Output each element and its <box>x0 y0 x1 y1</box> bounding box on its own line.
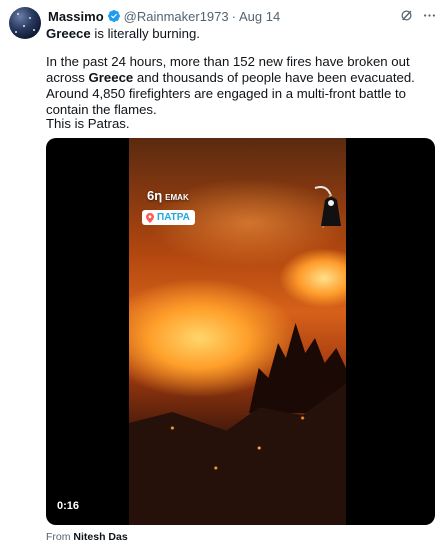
tweet-card[interactable]: Massimo @Rainmaker1973 · Aug 14 Greece i… <box>0 0 447 545</box>
avatar[interactable] <box>9 7 41 39</box>
author-handle[interactable]: @Rainmaker1973 <box>124 9 229 24</box>
grok-icon[interactable] <box>399 8 414 23</box>
location-badge-text: ΠΑΤΡΑ <box>157 212 190 223</box>
attribution-prefix: From <box>46 531 74 543</box>
location-pin-icon <box>146 212 154 223</box>
header-separator: · <box>231 8 236 24</box>
more-options-icon[interactable] <box>422 8 437 23</box>
tweet-header: Massimo @Rainmaker1973 · Aug 14 <box>48 8 280 24</box>
tweet-paragraph-2: In the past 24 hours, more than 152 new … <box>46 54 436 118</box>
verified-badge-icon <box>107 10 120 22</box>
tweet-date[interactable]: Aug 14 <box>239 9 280 24</box>
location-badge: ΠΑΤΡΑ <box>142 210 195 225</box>
overlay-text: 6η <box>147 188 163 203</box>
keyword-greece[interactable]: Greece <box>89 70 134 85</box>
attribution-source[interactable]: Nitesh Das <box>73 531 127 543</box>
author-name[interactable]: Massimo <box>48 9 104 24</box>
header-actions <box>399 8 437 23</box>
embers <box>129 398 346 498</box>
tweet-text: Greece is literally burning. In the past… <box>46 26 436 131</box>
video-overlay-label: 6η ΕΜΑΚ <box>147 188 189 203</box>
video-player[interactable]: 6η ΕΜΑΚ ΠΑΤΡΑ 0:16 <box>46 138 435 525</box>
grim-reaper-sticker <box>314 186 341 229</box>
media-attribution: From Nitesh Das <box>46 531 128 543</box>
tweet-line-1: Greece is literally burning. <box>46 26 436 42</box>
video-frame[interactable]: 6η ΕΜΑΚ ΠΑΤΡΑ <box>129 138 346 525</box>
line1-text: is literally burning. <box>90 26 200 41</box>
hashtag-greece[interactable]: Greece <box>46 26 91 41</box>
video-duration: 0:16 <box>57 500 80 512</box>
tweet-paragraph-3: This is Patras. <box>46 116 130 131</box>
overlay-small-text: ΕΜΑΚ <box>165 193 189 202</box>
